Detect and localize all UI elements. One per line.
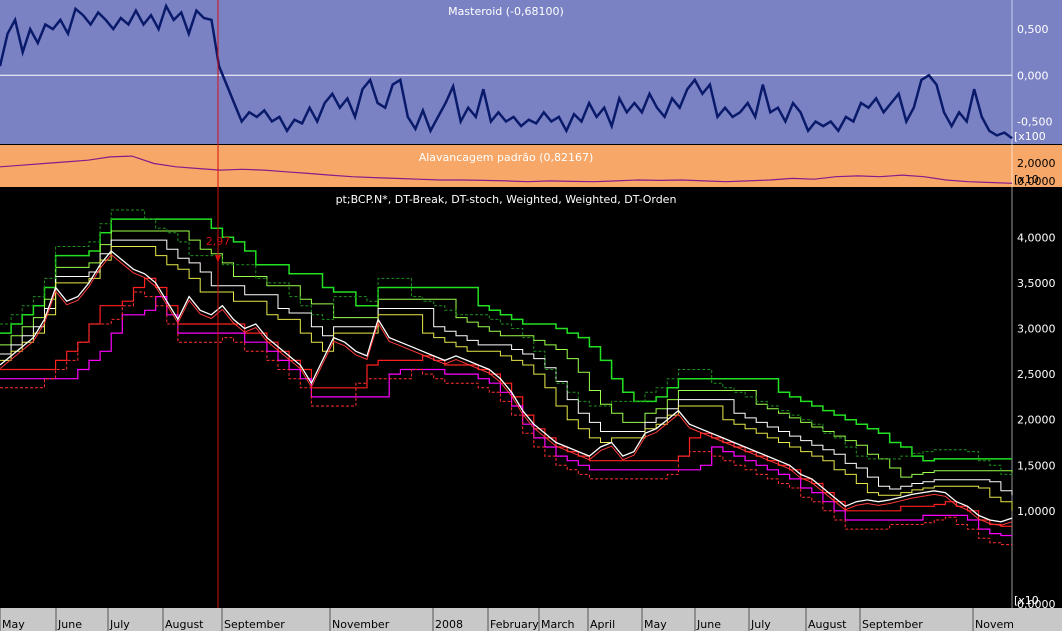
price-y-tick: 3,5000	[1017, 277, 1056, 290]
price-y-tick: 2,0000	[1017, 414, 1056, 427]
price-y-tick: 2,5000	[1017, 368, 1056, 381]
lower-band-dashed	[0, 291, 1012, 546]
price-shadow-line	[0, 253, 1013, 526]
price-scale-tag: [x10	[1014, 594, 1039, 607]
x-tick-label: September	[862, 618, 923, 631]
x-tick-label: May	[2, 618, 25, 631]
x-tick-label: March	[541, 618, 575, 631]
masteroid-series-line	[0, 2, 1013, 140]
lower-band-red	[0, 277, 1012, 527]
leverage-series-line	[0, 155, 1013, 184]
x-tick-label: February	[490, 618, 539, 631]
x-tick-label: July	[109, 618, 130, 631]
masteroid-scale-tag: [x100	[1014, 130, 1046, 143]
leverage-scale-tag: [x10	[1014, 173, 1039, 186]
chart-canvas: 0,5000,000-0,500[x1002,00000,0000[x104,0…	[0, 0, 1056, 631]
x-tick-label: June	[696, 618, 721, 631]
x-tick-label: June	[57, 618, 82, 631]
x-tick-label: Novem	[975, 618, 1014, 631]
price-y-tick: 1,5000	[1017, 459, 1056, 472]
leverage-y-tick: 2,0000	[1017, 157, 1056, 170]
price-series-line	[0, 250, 1013, 523]
x-tick-label: August	[808, 618, 847, 631]
masteroid-y-tick: -0,500	[1017, 116, 1052, 129]
x-tick-label: 2008	[435, 618, 463, 631]
price-y-tick: 4,0000	[1017, 231, 1056, 244]
masteroid-y-tick: 0,500	[1017, 23, 1049, 36]
upper-band-yellow	[0, 246, 1013, 511]
x-tick-label: November	[332, 618, 390, 631]
marker-label: 2,97	[206, 235, 231, 248]
x-tick-label: August	[165, 618, 204, 631]
upper-band-dashed	[0, 209, 1013, 478]
price-y-tick: 1,0000	[1017, 505, 1056, 518]
x-tick-label: September	[224, 618, 285, 631]
masteroid-y-tick: 0,000	[1017, 69, 1049, 82]
price-y-tick: 3,0000	[1017, 323, 1056, 336]
x-tick-label: July	[750, 618, 771, 631]
marker-arrow-icon	[215, 255, 221, 263]
x-tick-label: April	[590, 618, 615, 631]
upper-band-lightgreen	[0, 230, 1013, 478]
x-tick-label: May	[644, 618, 667, 631]
upper-band-green	[0, 218, 1012, 462]
lower-band-magenta	[0, 296, 1012, 537]
